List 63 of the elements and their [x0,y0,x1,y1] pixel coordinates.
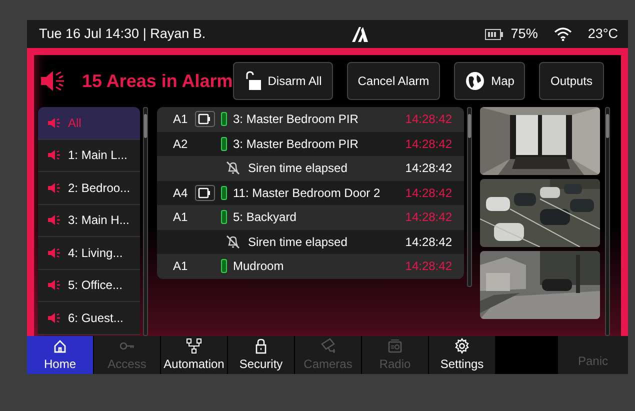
zone-status-icon [221,259,227,274]
lock-icon [253,338,269,354]
alarm-speaker-icon [48,116,60,129]
zone-name: 3: Master Bedroom PIR [233,136,358,153]
globe-icon [465,71,486,91]
area-item[interactable]: 6: Guest... [38,302,140,334]
zone-name: 11: Master Bedroom Door 2 [233,184,380,202]
scrollbar[interactable] [467,107,472,287]
zone-name: 5: Backyard [233,209,296,226]
area-item[interactable]: 3: Main H... [38,204,140,237]
toolbar-button[interactable]: Map [454,62,526,100]
alarm-speaker-icon [48,279,60,292]
event-time: 14:28:42 [405,234,452,251]
toolbar-button[interactable]: Outputs [539,62,604,100]
alarm-speaker-icon [48,312,60,324]
alarm-speaker-icon [48,149,60,162]
alarm-speaker-icon [40,70,66,92]
nodes-icon [186,338,202,354]
event-time: 14:28:42 [405,136,452,153]
nav-tab[interactable]: Home [27,336,94,374]
zone-status-icon [221,186,227,200]
toolbar-button[interactable]: Disarm All [232,62,333,100]
zone-name: Mudroom [233,258,284,276]
alarm-speaker-icon [48,214,60,226]
temperature: 23°C [588,24,618,43]
area-item[interactable]: 5: Office... [38,270,140,302]
home-icon [52,338,68,354]
event-time: 14:28:42 [405,160,452,178]
scrollbar[interactable] [605,107,610,336]
area-item[interactable]: 2: Bedroo... [38,172,140,204]
muted-bell-icon [226,234,240,249]
alarm-speaker-icon [48,246,60,259]
nav-tab[interactable]: Automation [161,336,228,374]
alarm-title: 15 Areas in Alarm [82,70,233,92]
zone-status-icon [221,112,227,126]
alarm-speaker-icon [48,182,60,194]
event-time: 14:28:42 [405,258,452,276]
area-item[interactable]: 4: Living... [38,237,140,270]
battery-icon [484,28,503,40]
zone-name: 3: Master Bedroom PIR [233,111,358,128]
cctv-camera-icon [320,338,336,354]
radio-icon [387,338,403,354]
wifi-icon [554,27,572,41]
settings-icon [454,338,470,354]
zone-status-icon [221,210,227,224]
area-code: A1 [173,209,189,226]
area-code: A2 [173,136,189,153]
unlock-icon [244,71,262,91]
area-code: A4 [173,184,189,202]
event-time: 14:28:42 [405,111,452,128]
scrollbar[interactable] [143,107,148,336]
area-code: A1 [173,258,189,276]
muted-bell-icon [226,161,240,176]
event-time: 14:28:42 [405,184,452,202]
toolbar-button[interactable]: Cancel Alarm [346,62,440,100]
zone-status-icon [221,136,227,151]
event-message: Siren time elapsed [248,160,348,178]
date-time-user: Tue 16 Jul 14:30 | Rayan B. [39,24,206,43]
area-code: A1 [173,111,189,128]
event-time: 14:28:42 [405,209,452,226]
event-message: Siren time elapsed [248,234,348,251]
area-item[interactable]: 1: Main L... [38,140,140,172]
battery-level: 75% [510,24,538,43]
